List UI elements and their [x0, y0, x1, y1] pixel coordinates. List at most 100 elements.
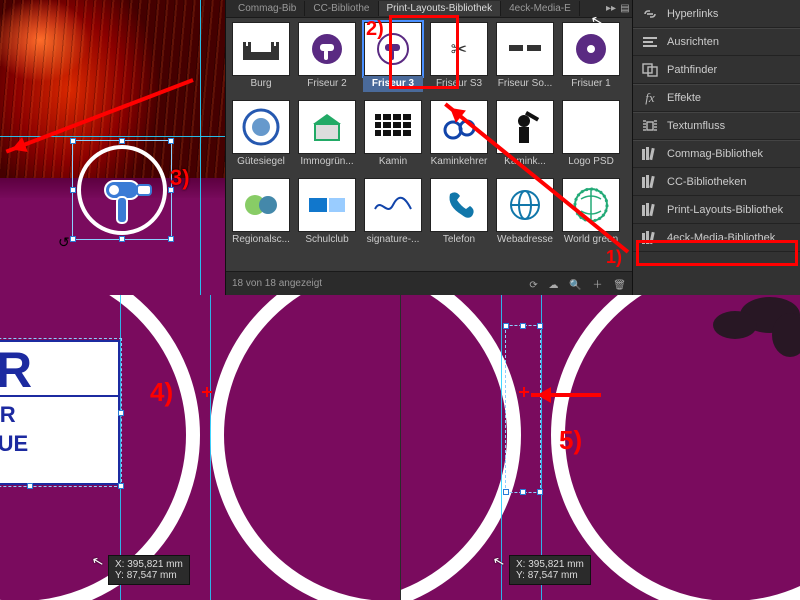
panel-button-effects[interactable]: fx Effekte — [633, 84, 800, 112]
canvas-view-step4[interactable]: AIR EPAIR ASQUE 4) ↖ X: 395,821 mm Y: 87… — [0, 295, 400, 600]
library-tab[interactable]: Commag-Bib — [230, 1, 305, 16]
selection-handle[interactable] — [118, 410, 124, 416]
coordinate-tooltip: X: 395,821 mm Y: 87,547 mm — [108, 555, 190, 585]
selection-handle[interactable] — [27, 483, 33, 489]
library-books-icon — [641, 146, 659, 162]
library-asset[interactable]: Friseur 2 — [296, 22, 358, 96]
library-asset[interactable]: Kamin — [362, 100, 424, 174]
library-asset[interactable]: Regionalsc... — [230, 178, 292, 252]
library-tab[interactable]: 4eck-Media-E — [501, 1, 580, 16]
annotation-step-5: 5) — [559, 425, 582, 456]
asset-label: Burg — [231, 76, 291, 92]
panel-button-library-highlighted[interactable]: Print-Layouts-Bibliothek — [633, 196, 800, 224]
library-asset-grid: Burg Friseur 2 Friseur 3 ✂Friseur S3 Friseur… — [226, 18, 632, 256]
panel-button-library[interactable]: Commag-Bibliothek — [633, 140, 800, 168]
asset-thumbnail — [232, 178, 290, 232]
asset-label: Friseur So... — [495, 76, 555, 92]
library-asset[interactable]: Schulclub — [296, 178, 358, 252]
annotation-arrow — [531, 393, 601, 397]
panel-label: Ausrichten — [667, 36, 719, 48]
anchor-point-icon — [519, 387, 529, 397]
decorative-silhouette — [680, 295, 800, 365]
coordinate-tooltip: X: 395,821 mm Y: 87,547 mm — [509, 555, 591, 585]
selection-handle[interactable] — [503, 323, 509, 329]
selection-frame[interactable] — [505, 325, 541, 493]
selection-handle[interactable] — [168, 236, 174, 242]
library-tab[interactable]: CC-Bibliothe — [305, 1, 378, 16]
annotation-step-3: 3) — [170, 165, 190, 191]
selection-frame[interactable] — [0, 338, 122, 487]
panel-label: Effekte — [667, 92, 701, 104]
panel-button-textwrap[interactable]: Textumfluss — [633, 112, 800, 140]
library-asset[interactable]: Logo PSD — [560, 100, 622, 174]
bottom-comparison-views: AIR EPAIR ASQUE 4) ↖ X: 395,821 mm Y: 87… — [0, 295, 800, 600]
asset-label: Kamin — [363, 154, 423, 170]
anchor-point-icon — [202, 387, 212, 397]
asset-label: Friseur 3 — [363, 76, 423, 92]
asset-label: Friseur 2 — [297, 76, 357, 92]
library-asset[interactable]: Burg — [230, 22, 292, 96]
text-wrap-icon — [641, 118, 659, 134]
add-icon[interactable]: ＋ — [593, 280, 603, 291]
library-asset[interactable]: Kamink... — [494, 100, 556, 174]
selection-handle[interactable] — [537, 323, 543, 329]
cc-libraries-panel[interactable]: Commag-Bib CC-Bibliothe Print-Layouts-Bi… — [225, 0, 632, 295]
library-asset[interactable]: Telefon — [428, 178, 490, 252]
selection-handle[interactable] — [520, 323, 526, 329]
panel-button-library[interactable]: 4eck-Media-Bibliothek — [633, 224, 800, 252]
trash-icon[interactable]: 🗑 — [613, 280, 626, 291]
rotate-cursor-icon: ↺ — [58, 234, 70, 251]
selection-frame[interactable] — [72, 140, 172, 240]
library-asset[interactable]: Gütesiegel — [230, 100, 292, 174]
align-icon — [641, 34, 659, 50]
library-asset[interactable]: signature-... — [362, 178, 424, 252]
panel-collapse-icon[interactable]: ▸▸ — [604, 3, 618, 14]
library-books-icon — [641, 202, 659, 218]
search-icon[interactable]: 🔍 — [569, 280, 581, 291]
asset-thumbnail: ✂ — [430, 22, 488, 76]
selection-handle[interactable] — [537, 489, 543, 495]
asset-label: Gütesiegel — [231, 154, 291, 170]
asset-label: signature-... — [363, 232, 423, 248]
library-asset[interactable]: Frisuer 1 — [560, 22, 622, 96]
asset-thumbnail — [364, 178, 422, 232]
selection-handle[interactable] — [119, 138, 125, 144]
selection-handle[interactable] — [70, 187, 76, 193]
cloud-icon[interactable]: ☁ — [549, 280, 559, 291]
asset-label: Frisuer 1 — [561, 76, 621, 92]
asset-thumbnail — [298, 178, 356, 232]
asset-thumbnail — [232, 100, 290, 154]
white-ring — [210, 295, 400, 600]
panel-button-align[interactable]: Ausrichten — [633, 28, 800, 56]
selection-handle[interactable] — [70, 236, 76, 242]
sync-icon[interactable]: ⟳ — [529, 280, 537, 291]
panel-button-library[interactable]: CC-Bibliotheken — [633, 168, 800, 196]
asset-label: Immogrün... — [297, 154, 357, 170]
library-footer: 18 von 18 angezeigt ⟳ ☁ 🔍 ＋ 🗑 — [226, 271, 632, 295]
selection-handle[interactable] — [520, 489, 526, 495]
selection-handle[interactable] — [119, 236, 125, 242]
selection-handle[interactable] — [118, 483, 124, 489]
selection-handle[interactable] — [70, 138, 76, 144]
panel-label: Textumfluss — [667, 120, 725, 132]
pathfinder-icon — [641, 62, 659, 78]
asset-label: Logo PSD — [561, 154, 621, 170]
selection-handle[interactable] — [168, 138, 174, 144]
fx-icon: fx — [641, 90, 659, 106]
panel-button-hyperlinks[interactable]: Hyperlinks — [633, 0, 800, 28]
mouse-cursor-icon: ↖ — [491, 552, 507, 571]
asset-thumbnail — [562, 22, 620, 76]
panel-button-pathfinder[interactable]: Pathfinder — [633, 56, 800, 84]
guide-vertical — [200, 0, 201, 295]
selection-handle[interactable] — [503, 489, 509, 495]
library-asset[interactable]: Immogrün... — [296, 100, 358, 174]
canvas-view-step5[interactable]: 5) ↖ X: 395,821 mm Y: 87,547 mm — [400, 295, 800, 600]
ellipse-frame[interactable] — [77, 145, 167, 235]
library-asset[interactable]: Friseur So... — [494, 22, 556, 96]
hairdryer-icon — [99, 167, 159, 227]
library-tab-active[interactable]: Print-Layouts-Bibliothek — [379, 1, 502, 16]
library-asset[interactable]: ✂Friseur S3 — [428, 22, 490, 96]
canvas-document-area[interactable]: 3) ↺ — [0, 0, 225, 295]
panel-menu-icon[interactable]: ▤ — [618, 3, 632, 14]
panel-label: CC-Bibliotheken — [667, 176, 746, 188]
